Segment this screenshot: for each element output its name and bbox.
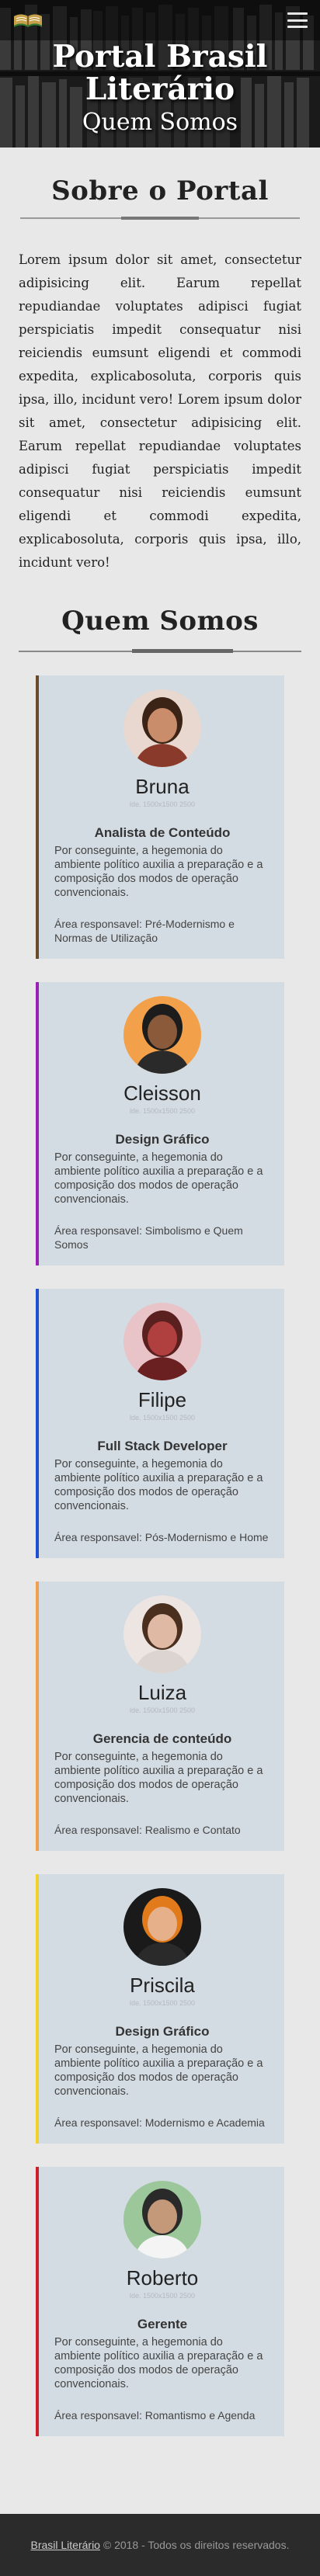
about-title: Sobre o Portal (51, 175, 269, 207)
team-member-card: Priscila lde. 1500x1500 2500 Design Gráf… (36, 1874, 284, 2144)
footer-copyright: © 2018 - Todos os direitos reservados. (99, 2539, 290, 2551)
member-area: Área responsavel: Pós-Modernismo e Home (54, 1531, 269, 1543)
site-footer: Brasil Literário © 2018 - Todos os direi… (0, 2514, 320, 2576)
member-description: Por conseguinte, a hegemonia do ambiente… (54, 845, 263, 899)
member-description: Por conseguinte, a hegemonia do ambiente… (54, 2336, 263, 2390)
member-role: Analista de Conteúdo (94, 825, 231, 840)
about-divider (20, 217, 300, 220)
member-area: Área responsavel: Simbolismo e Quem Somo… (54, 1224, 243, 1251)
member-name: Bruna (135, 775, 190, 798)
member-avatar (123, 689, 201, 767)
team-title: Quem Somos (61, 606, 259, 637)
hero-title-line2: Literário (85, 71, 235, 107)
hero-subtitle: Quem Somos (82, 109, 238, 136)
team-card-wrapper: Cleisson lde. 1500x1500 2500 Design Gráf… (0, 959, 320, 1265)
team-divider (19, 649, 301, 653)
member-image-caption: lde. 1500x1500 2500 (129, 2292, 196, 2300)
member-image-caption: lde. 1500x1500 2500 (129, 1999, 196, 2007)
hero-title: Portal Brasil Literário (0, 40, 320, 106)
member-image-caption: lde. 1500x1500 2500 (129, 1414, 196, 1422)
open-book-logo-icon[interactable] (12, 12, 43, 29)
member-name: Luiza (137, 1681, 187, 1704)
member-area: Área responsavel: Pré-Modernismo e Norma… (54, 918, 235, 944)
member-name: Priscila (130, 1974, 195, 1997)
menu-hamburger-icon[interactable] (287, 12, 308, 28)
footer-home-link[interactable]: Brasil Literário (30, 2539, 99, 2551)
member-description: Por conseguinte, a hegemonia do ambiente… (54, 1458, 263, 1512)
member-avatar (123, 1888, 201, 1966)
member-image-caption: lde. 1500x1500 2500 (129, 1706, 196, 1714)
team-card-wrapper: Luiza lde. 1500x1500 2500 Gerencia de co… (0, 1558, 320, 1851)
member-role: Gerente (137, 2317, 188, 2331)
about-paragraph: Lorem ipsum dolor sit amet, consectetur … (19, 252, 301, 570)
team-section: Quem Somos Bruna lde. 1500x1500 2500 Ana… (0, 606, 320, 2436)
team-card-wrapper: Roberto lde. 1500x1500 2500 Gerente Por … (0, 2144, 320, 2436)
member-name: Roberto (126, 2266, 199, 2290)
team-member-card: Bruna lde. 1500x1500 2500 Analista de Co… (36, 675, 284, 959)
member-area: Área responsavel: Romantismo e Agenda (54, 2409, 256, 2422)
top-navbar (0, 0, 320, 40)
hero-title-line1: Portal Brasil (52, 39, 268, 75)
member-role: Full Stack Developer (97, 1439, 228, 1453)
member-image-caption: lde. 1500x1500 2500 (129, 1107, 196, 1115)
member-role: Gerencia de conteúdo (92, 1731, 232, 1746)
member-name: Filipe (137, 1388, 187, 1411)
member-avatar (123, 2181, 201, 2258)
member-role: Design Gráfico (115, 2024, 210, 2039)
team-member-card: Filipe lde. 1500x1500 2500 Full Stack De… (36, 1289, 284, 1558)
main-content: Sobre o Portal Lorem ipsum dolor sit ame… (0, 175, 320, 2436)
member-area: Área responsavel: Modernismo e Academia (54, 2116, 265, 2129)
member-area: Área responsavel: Realismo e Contato (54, 1824, 241, 1836)
member-avatar (123, 996, 201, 1074)
member-avatar (123, 1595, 201, 1673)
member-description: Por conseguinte, a hegemonia do ambiente… (54, 2043, 263, 2098)
member-description: Por conseguinte, a hegemonia do ambiente… (54, 1751, 263, 1805)
team-card-wrapper: Priscila lde. 1500x1500 2500 Design Gráf… (0, 1851, 320, 2144)
hero-banner: Portal Brasil Literário Quem Somos (0, 0, 320, 148)
member-role: Design Gráfico (115, 1132, 210, 1147)
team-member-card: Roberto lde. 1500x1500 2500 Gerente Por … (36, 2167, 284, 2436)
team-member-card: Cleisson lde. 1500x1500 2500 Design Gráf… (36, 982, 284, 1265)
member-description: Por conseguinte, a hegemonia do ambiente… (54, 1151, 263, 1206)
member-avatar (123, 1303, 201, 1380)
team-card-wrapper: Filipe lde. 1500x1500 2500 Full Stack De… (0, 1265, 320, 1558)
team-member-card: Luiza lde. 1500x1500 2500 Gerencia de co… (36, 1581, 284, 1851)
member-name: Cleisson (123, 1081, 201, 1105)
about-section: Sobre o Portal Lorem ipsum dolor sit ame… (0, 175, 320, 575)
team-card-wrapper: Bruna lde. 1500x1500 2500 Analista de Co… (0, 652, 320, 959)
member-image-caption: lde. 1500x1500 2500 (129, 800, 196, 808)
